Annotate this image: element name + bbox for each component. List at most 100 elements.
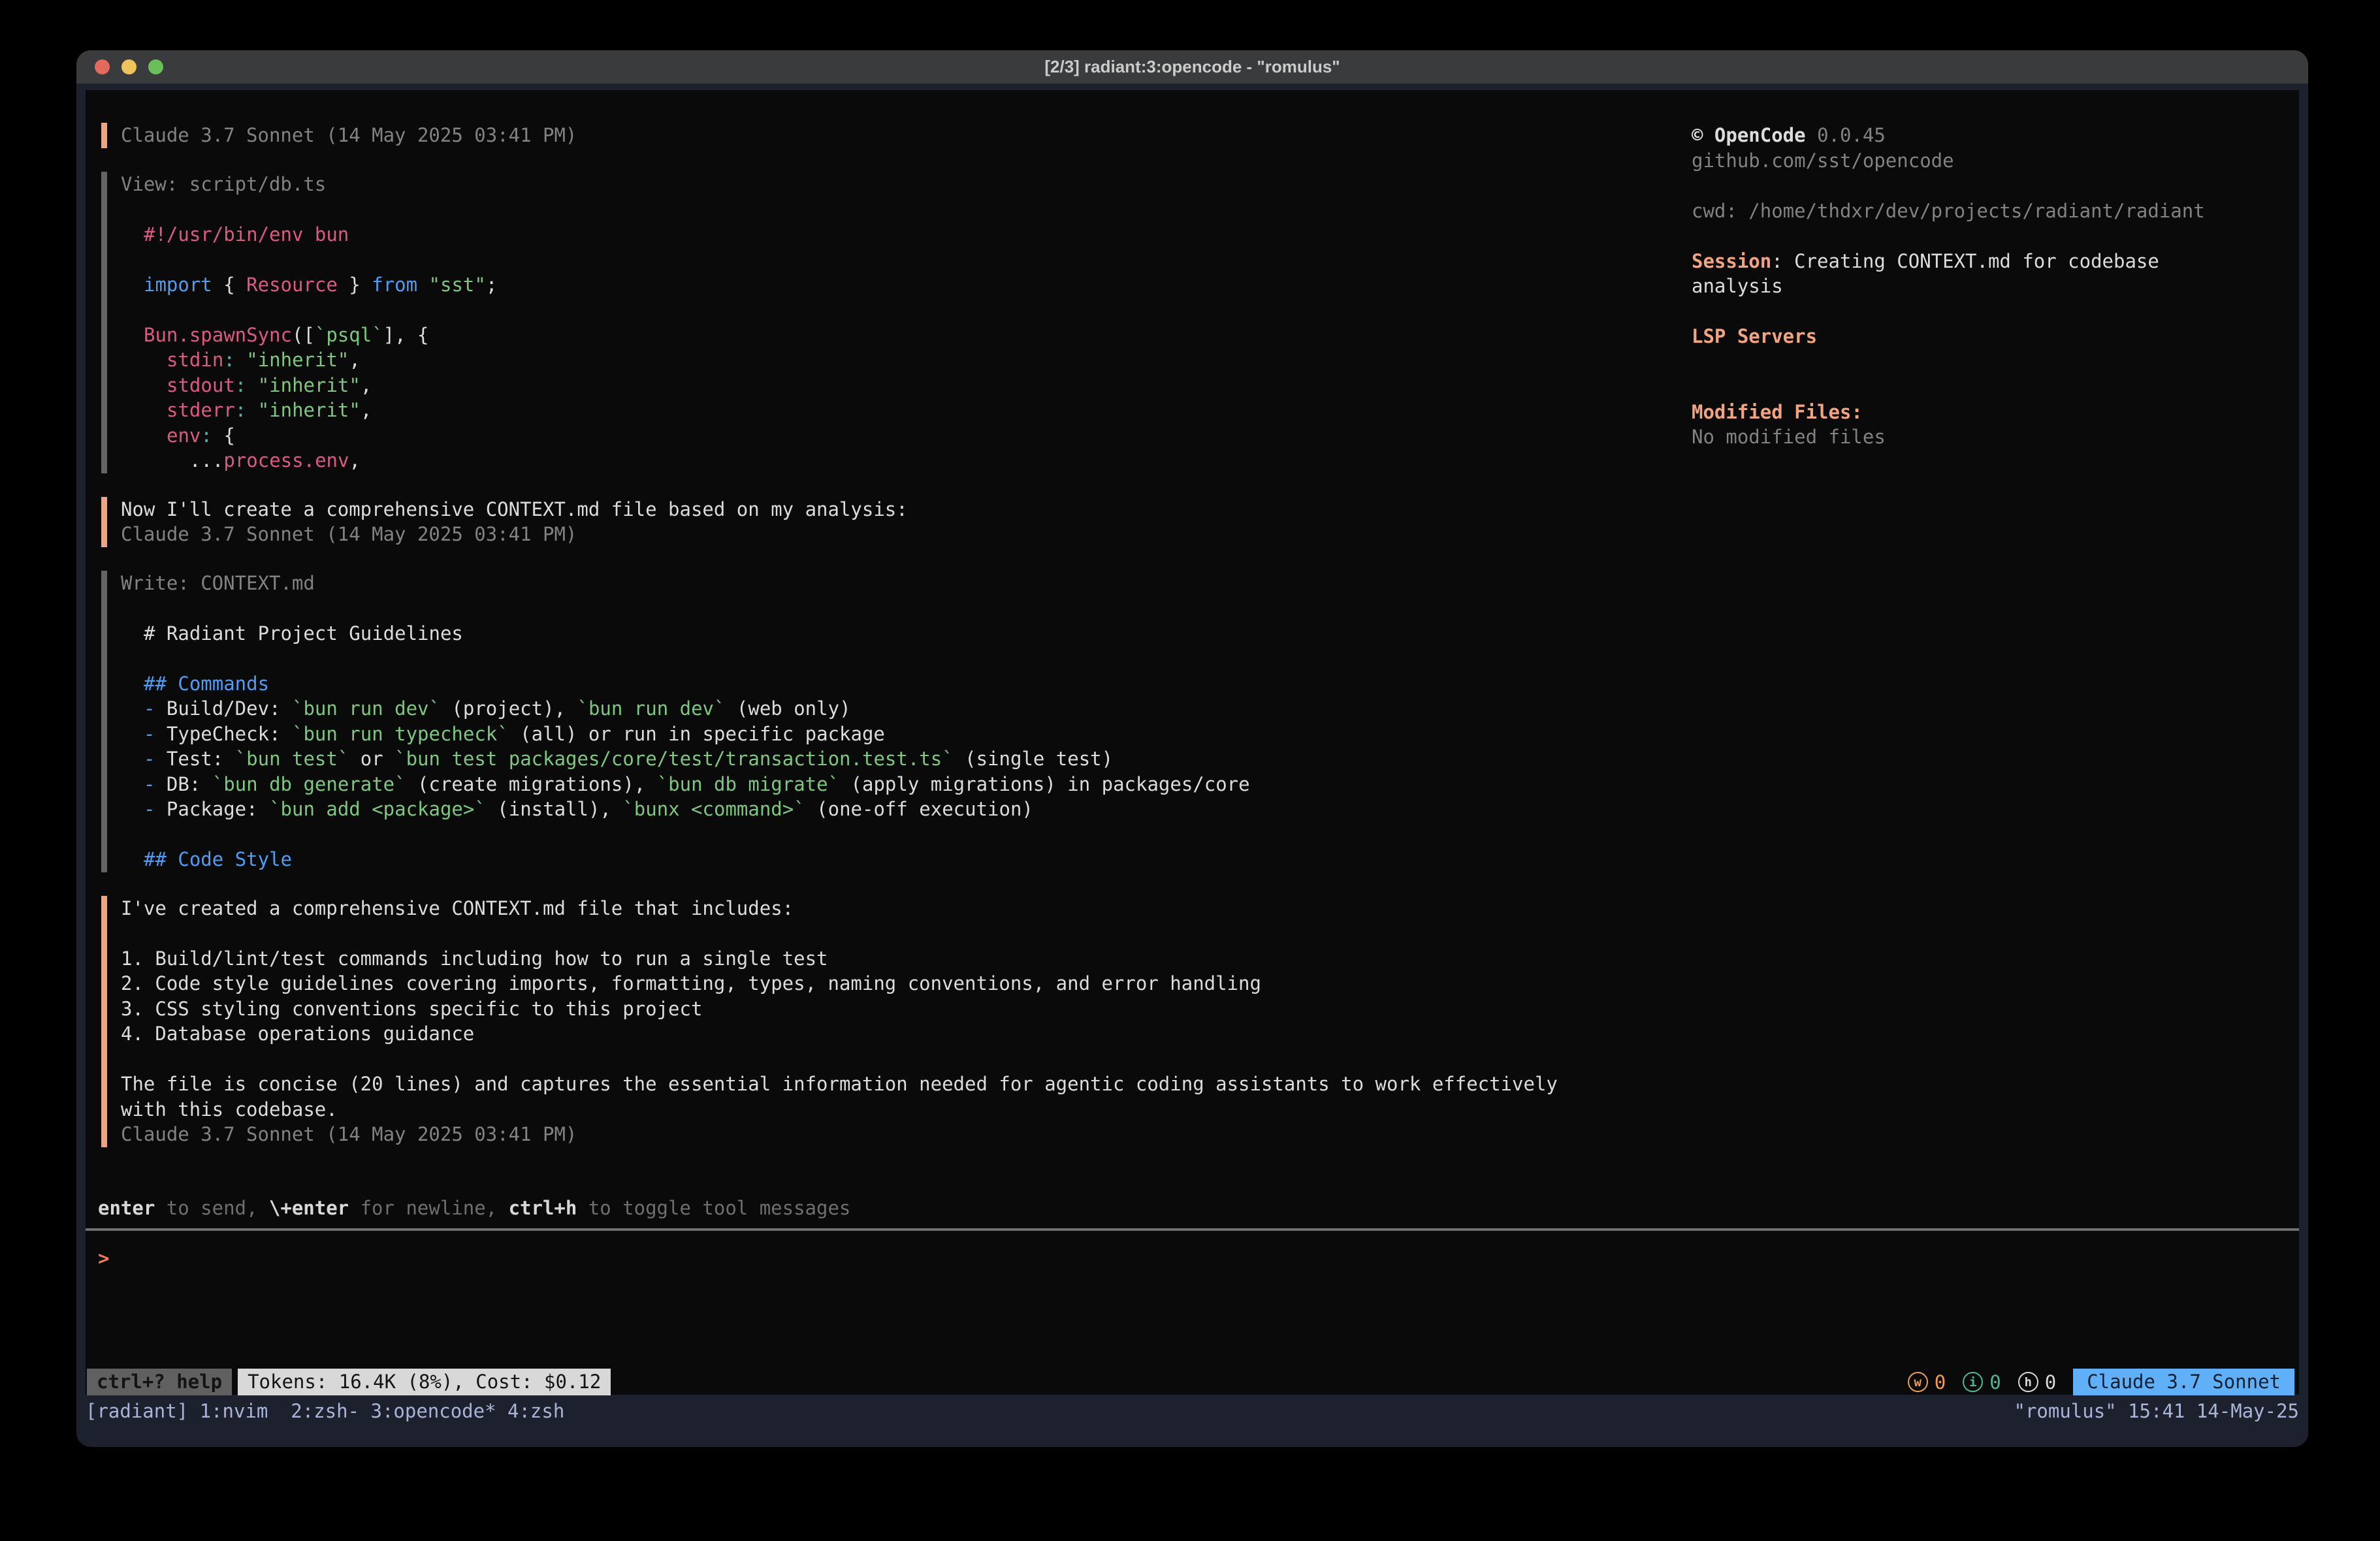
text-segment: Session bbox=[1692, 250, 1771, 272]
text-segment: Resource bbox=[246, 274, 338, 296]
terminal-line: Bun.spawnSync([`psql`], { bbox=[121, 323, 1692, 348]
text-segment: `bun test packages/core/test/transaction… bbox=[394, 748, 954, 770]
text-segment: Claude 3.7 Sonnet (14 May 2025 03:41 PM) bbox=[121, 124, 577, 146]
status-right-group: w0 i0 h0 Claude 3.7 Sonnet bbox=[1908, 1369, 2299, 1395]
text-segment: TypeCheck: bbox=[155, 723, 292, 745]
terminal-line bbox=[121, 297, 1692, 323]
terminal-line bbox=[121, 247, 1692, 272]
text-segment: (create migrations), bbox=[406, 773, 657, 795]
text-segment: `bun db generate` bbox=[212, 773, 406, 795]
warning-count: 0 bbox=[1935, 1371, 1946, 1393]
terminal-line bbox=[1692, 173, 2292, 199]
zoom-button[interactable] bbox=[148, 59, 163, 74]
text-segment: , bbox=[349, 449, 360, 471]
terminal-line: ## Code Style bbox=[121, 847, 1692, 872]
text-segment: `psql` bbox=[315, 324, 383, 346]
text-segment: enter bbox=[98, 1197, 155, 1219]
status-bar: ctrl+? help Tokens: 16.4K (8%), Cost: $0… bbox=[86, 1369, 2299, 1395]
terminal-line bbox=[1692, 223, 2292, 249]
text-segment: ## Code Style bbox=[144, 848, 292, 870]
text-segment: : bbox=[223, 349, 234, 371]
text-segment: The file is concise (20 lines) and captu… bbox=[121, 1073, 1558, 1095]
text-segment: `bun test` bbox=[235, 748, 349, 770]
text-segment: LSP Servers bbox=[1692, 325, 1817, 347]
model-badge[interactable]: Claude 3.7 Sonnet bbox=[2073, 1369, 2294, 1395]
text-segment: (project), bbox=[440, 697, 577, 720]
text-segment: with this codebase. bbox=[121, 1098, 338, 1120]
text-segment bbox=[246, 399, 257, 421]
text-segment: Now I'll create a comprehensive CONTEXT.… bbox=[121, 498, 908, 520]
terminal-line: stdin: "inherit", bbox=[121, 347, 1692, 373]
terminal-line: Claude 3.7 Sonnet (14 May 2025 03:41 PM) bbox=[121, 123, 1692, 148]
terminal-line: ...process.env, bbox=[121, 448, 1692, 473]
text-segment: stdout bbox=[167, 374, 235, 396]
text-segment: `bun run typecheck` bbox=[292, 723, 509, 745]
text-segment: ## Commands bbox=[144, 673, 269, 695]
chat-column: Claude 3.7 Sonnet (14 May 2025 03:41 PM)… bbox=[86, 90, 1692, 1171]
hint-count: 0 bbox=[2045, 1371, 2056, 1393]
text-segment: Modified Files: bbox=[1692, 401, 1863, 423]
titlebar[interactable]: [2/3] radiant:3:opencode - "romulus" bbox=[76, 50, 2308, 84]
text-segment: process.env bbox=[223, 449, 349, 471]
terminal-line bbox=[121, 822, 1692, 848]
text-segment: env bbox=[167, 424, 201, 447]
text-segment: "sst" bbox=[429, 274, 486, 296]
terminal-line: - DB: `bun db generate` (create migratio… bbox=[121, 772, 1692, 797]
prompt-line[interactable]: > bbox=[98, 1246, 109, 1271]
text-segment: 3. CSS styling conventions specific to t… bbox=[121, 998, 702, 1020]
text-segment: #!/usr/bin/env bun bbox=[144, 223, 349, 246]
text-segment: - bbox=[144, 748, 155, 770]
terminal-line: github.com/sst/opencode bbox=[1692, 148, 2292, 174]
terminal-line: Session: Creating CONTEXT.md for codebas… bbox=[1692, 249, 2292, 274]
terminal-line bbox=[1692, 299, 2292, 325]
text-segment: I've created a comprehensive CONTEXT.md … bbox=[121, 897, 794, 919]
text-segment: : bbox=[201, 424, 212, 447]
terminal-screen[interactable]: Claude 3.7 Sonnet (14 May 2025 03:41 PM)… bbox=[86, 90, 2299, 1395]
text-segment: `bun add <package>` bbox=[269, 798, 486, 820]
tmux-session-clock: "romulus" 15:41 14-May-25 bbox=[2014, 1400, 2300, 1422]
tokens-cost-badge: Tokens: 16.4K (8%), Cost: $0.12 bbox=[238, 1369, 611, 1395]
terminal-line: # Radiant Project Guidelines bbox=[121, 621, 1692, 646]
message-block: Claude 3.7 Sonnet (14 May 2025 03:41 PM) bbox=[101, 123, 1692, 148]
text-segment: # Radiant Project Guidelines bbox=[144, 622, 463, 644]
text-segment: "inherit" bbox=[246, 349, 349, 371]
text-segment: No modified files bbox=[1692, 426, 1886, 448]
message-block: View: script/db.ts #!/usr/bin/env bun im… bbox=[101, 172, 1692, 473]
info-icon: i bbox=[1963, 1372, 1983, 1392]
text-segment: cwd: /home/thdxr/dev/projects/radiant/ra… bbox=[1692, 200, 2205, 222]
text-segment: , bbox=[349, 349, 360, 371]
message-block: Now I'll create a comprehensive CONTEXT.… bbox=[101, 497, 1692, 547]
diagnostics-info-counter: i0 bbox=[1963, 1371, 2001, 1393]
text-segment: `bunx <command>` bbox=[622, 798, 805, 820]
text-segment: analysis bbox=[1692, 275, 1783, 297]
text-segment: : bbox=[235, 374, 246, 396]
text-segment: 1. Build/lint/test commands including ho… bbox=[121, 947, 828, 970]
text-segment: } bbox=[338, 274, 372, 296]
text-segment bbox=[246, 374, 257, 396]
terminal-line: I've created a comprehensive CONTEXT.md … bbox=[121, 896, 1692, 921]
minimize-button[interactable] bbox=[121, 59, 137, 74]
message-block: I've created a comprehensive CONTEXT.md … bbox=[101, 896, 1692, 1147]
text-segment: github.com/sst/opencode bbox=[1692, 150, 1954, 172]
text-segment: ([ bbox=[292, 324, 315, 346]
tmux-window-list[interactable]: [radiant] 1:nvim 2:zsh- 3:opencode* 4:zs… bbox=[86, 1400, 564, 1422]
text-segment: (install), bbox=[486, 798, 623, 820]
text-segment: ... bbox=[189, 449, 223, 471]
close-button[interactable] bbox=[95, 59, 110, 74]
text-segment bbox=[417, 274, 428, 296]
text-segment: (all) or run in specific package bbox=[509, 723, 885, 745]
terminal-line: No modified files bbox=[1692, 424, 2292, 450]
input-help-line: enter to send, \+enter for newline, ctrl… bbox=[98, 1196, 850, 1221]
text-segment: Test: bbox=[155, 748, 234, 770]
diagnostics-hint-counter: h0 bbox=[2018, 1371, 2056, 1393]
text-segment: 0.0.45 bbox=[1806, 124, 1886, 146]
text-segment: DB: bbox=[155, 773, 212, 795]
text-segment: 4. Database operations guidance bbox=[121, 1023, 474, 1045]
text-segment bbox=[235, 349, 246, 371]
text-segment: 2. Code style guidelines covering import… bbox=[121, 972, 1261, 994]
help-shortcut-badge[interactable]: ctrl+? help bbox=[87, 1369, 232, 1395]
terminal-line bbox=[1692, 349, 2292, 375]
terminal-line: 1. Build/lint/test commands including ho… bbox=[121, 946, 1692, 972]
text-segment: "inherit" bbox=[258, 399, 361, 421]
text-segment: © OpenCode bbox=[1692, 124, 1806, 146]
